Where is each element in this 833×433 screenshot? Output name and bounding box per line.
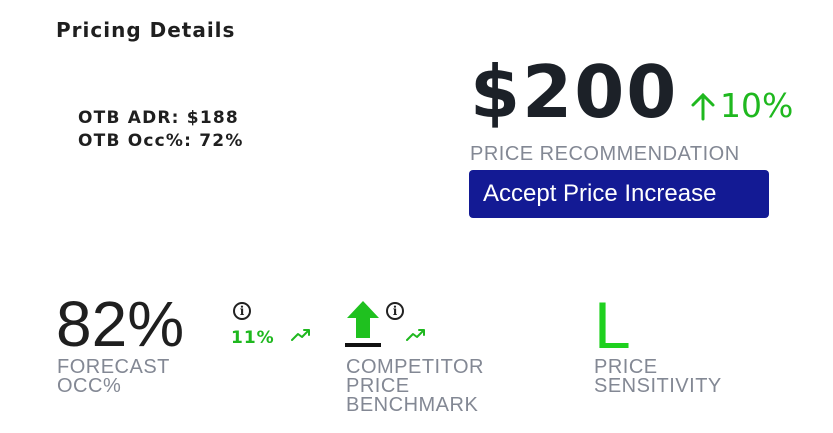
price-recommendation-label: PRICE RECOMMENDATION xyxy=(470,143,740,165)
forecast-occ-value: 82% xyxy=(56,288,185,360)
forecast-occ-label-line2: OCC% xyxy=(57,375,122,397)
price-change-percent: 10% xyxy=(720,86,794,125)
info-icon[interactable]: i xyxy=(233,302,251,320)
info-icon[interactable]: i xyxy=(386,302,404,320)
price-change: 10% xyxy=(690,86,793,125)
page-title: Pricing Details xyxy=(56,18,236,42)
arrow-up-icon xyxy=(691,92,715,120)
trend-up-icon xyxy=(291,329,310,341)
accept-price-increase-button[interactable]: Accept Price Increase xyxy=(469,170,769,218)
thick-up-arrow-icon xyxy=(345,301,381,347)
otb-adr: OTB ADR: $188 xyxy=(78,108,239,128)
price-sensitivity-value: L xyxy=(594,288,631,362)
forecast-occ-change: 11% xyxy=(231,328,275,348)
price-sensitivity-label-line2: SENSITIVITY xyxy=(594,375,722,397)
competitor-label-line3: BENCHMARK xyxy=(346,394,479,416)
trend-up-icon xyxy=(406,329,425,341)
price-recommendation-value: $200 xyxy=(470,50,679,134)
otb-occ: OTB Occ%: 72% xyxy=(78,131,244,151)
